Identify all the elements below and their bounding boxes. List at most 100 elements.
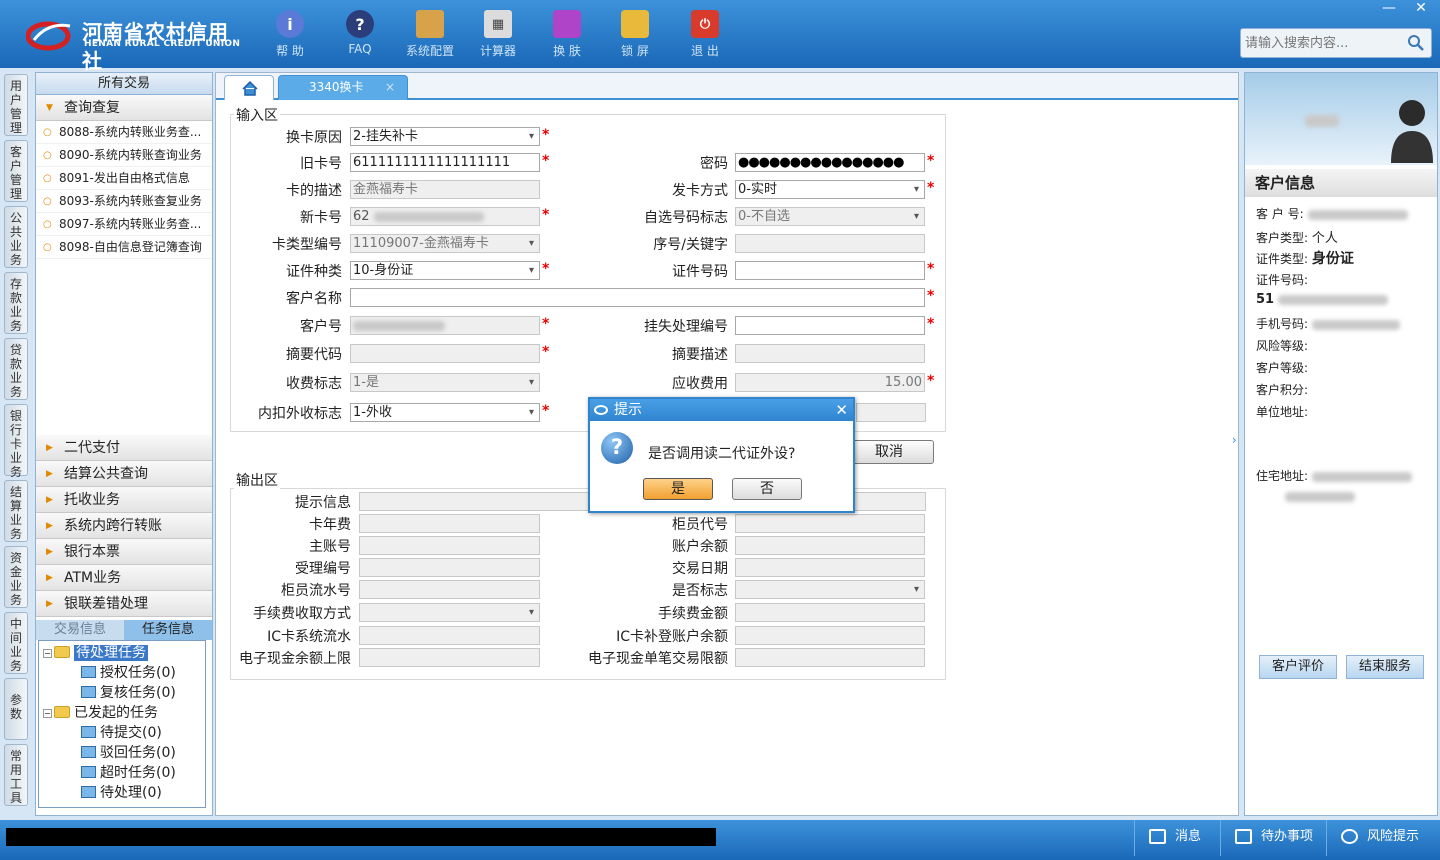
messages-button[interactable]: 消息 <box>1134 820 1230 856</box>
transaction-item[interactable]: 8093-系统内转账查复业务 <box>36 190 212 213</box>
vtab-fund-business[interactable]: 资金业务 <box>4 546 28 608</box>
redacted-customer-number <box>353 320 445 331</box>
section-query-reply[interactable]: ▼ 查询查复 <box>36 95 212 121</box>
reason-select[interactable]: 2-挂失补卡 <box>350 127 540 146</box>
tree-node-submit[interactable]: 待提交(0) <box>81 723 162 743</box>
todo-button[interactable]: 待办事项 <box>1220 820 1324 856</box>
all-transactions-title[interactable]: 所有交易 <box>36 73 212 95</box>
help-button[interactable]: i 帮 助 <box>260 10 320 59</box>
tab-transaction-info[interactable]: 交易信息 <box>36 620 124 640</box>
issue-mode-select[interactable]: 0-实时 <box>735 180 925 199</box>
input-section-title: 输入区 <box>234 105 280 125</box>
fee-inout-select[interactable]: 1-外收 <box>350 403 540 422</box>
dialog-close-icon[interactable]: ✕ <box>835 399 848 421</box>
risk-alert-button[interactable]: 风险提示 <box>1326 820 1436 856</box>
app-logo: 河南省农村信用社 HENAN RURAL CREDIT UNION <box>22 14 242 73</box>
section-unionpay-error[interactable]: ▶ 银联差错处理 <box>36 591 212 617</box>
tree-node-todo[interactable]: 待处理(0) <box>81 783 162 803</box>
tab-card-replacement[interactable]: 3340换卡 × <box>278 75 408 100</box>
password-input[interactable]: ●●●●●●●●●●●●●●●● <box>735 153 925 172</box>
expand-right-arrow-icon[interactable]: › <box>1232 433 1237 447</box>
vtab-settlement-business[interactable]: 结算业务 <box>4 480 28 542</box>
skin-button[interactable]: 换 肤 <box>537 10 597 59</box>
fee-amount-label: 手续费金额 <box>658 606 728 622</box>
customer-evaluation-button[interactable]: 客户评价 <box>1259 655 1337 679</box>
task-icon <box>81 666 96 678</box>
vtab-intermediate-business[interactable]: 中间业务 <box>4 612 28 674</box>
vtab-user-management[interactable]: 用户管理 <box>4 74 28 136</box>
calculator-button[interactable]: ▦ 计算器 <box>468 10 528 59</box>
cancel-button[interactable]: 取消 <box>844 440 934 464</box>
phone-row: 手机号码: <box>1256 315 1400 332</box>
faq-button[interactable]: ? FAQ <box>330 10 390 56</box>
vtab-deposit-business[interactable]: 存款业务 <box>4 272 28 334</box>
exit-button[interactable]: ⏻ 退 出 <box>675 10 735 59</box>
lock-screen-button[interactable]: 锁 屏 <box>605 10 665 59</box>
tab-task-info[interactable]: 任务信息 <box>124 620 212 640</box>
transaction-item[interactable]: 8091-发出自由格式信息 <box>36 167 212 190</box>
required-mark: * <box>927 261 935 277</box>
system-config-label: 系统配置 <box>405 44 454 58</box>
search-icon[interactable] <box>1407 34 1425 52</box>
vtab-customer-management[interactable]: 客户管理 <box>4 140 28 202</box>
collapse-toggle-icon[interactable]: − <box>43 709 52 718</box>
collapse-toggle-icon[interactable]: − <box>43 649 52 658</box>
section-label: 二代支付 <box>64 440 120 456</box>
tree-node-timeout[interactable]: 超时任务(0) <box>81 763 176 783</box>
summary-desc-label: 摘要描述 <box>672 347 728 363</box>
transaction-item[interactable]: 8090-系统内转账查询业务 <box>36 144 212 167</box>
system-config-button[interactable]: 系统配置 <box>400 10 460 59</box>
minimize-button[interactable]: — <box>1374 0 1404 18</box>
search-input[interactable] <box>1241 29 1401 57</box>
tab-label: 3340换卡 <box>309 80 364 94</box>
cust-type-label: 客户类型: <box>1256 231 1309 245</box>
vtab-public-business[interactable]: 公共业务 <box>4 206 28 268</box>
section-atm[interactable]: ▶ ATM业务 <box>36 565 212 591</box>
vtab-parameters[interactable]: 参数 <box>4 678 28 740</box>
section-label: 托收业务 <box>64 492 120 508</box>
lock-screen-label: 锁 屏 <box>621 44 649 58</box>
speech-bubble-icon <box>1341 829 1358 844</box>
loss-no-input[interactable] <box>735 316 925 335</box>
transaction-item[interactable]: 8097-系统内转账业务查... <box>36 213 212 236</box>
collapsed-arrow-icon: ▶ <box>46 573 53 583</box>
faq-label: FAQ <box>348 42 372 56</box>
section-collection[interactable]: ▶ 托收业务 <box>36 487 212 513</box>
vtab-common-tools[interactable]: 常用工具 <box>4 744 28 806</box>
vtab-bank-card-business[interactable]: 银行卡业务 <box>4 404 28 479</box>
tab-close-icon[interactable]: × <box>385 76 395 98</box>
calculator-icon: ▦ <box>484 10 512 38</box>
window-close-button[interactable]: ✕ <box>1406 0 1436 18</box>
section-inter-branch-transfer[interactable]: ▶ 系统内跨行转账 <box>36 513 212 539</box>
required-mark: * <box>927 288 935 304</box>
section-settlement-query[interactable]: ▶ 结算公共查询 <box>36 461 212 487</box>
dialog-yes-button[interactable]: 是 <box>643 478 713 500</box>
old-card-input[interactable]: 6111111111111111111 <box>350 153 540 172</box>
balance-label: 账户余额 <box>672 539 728 555</box>
cust-no-field <box>350 316 540 335</box>
tree-node-pending[interactable]: − 待处理任务 <box>43 643 148 663</box>
section-second-gen-payment[interactable]: ▶ 二代支付 <box>36 435 212 461</box>
dialog-no-button[interactable]: 否 <box>732 478 802 500</box>
cust-name-input[interactable] <box>350 288 925 307</box>
id-type-select[interactable]: 10-身份证 <box>350 261 540 280</box>
id-no-input[interactable] <box>735 261 925 280</box>
home-tab[interactable] <box>224 75 274 100</box>
vtab-loan-business[interactable]: 贷款业务 <box>4 338 28 400</box>
card-fee-field <box>359 514 540 533</box>
risk-alert-label: 风险提示 <box>1367 829 1420 844</box>
tree-node-review[interactable]: 复核任务(0) <box>81 683 176 703</box>
toolbox-icon <box>416 10 444 38</box>
tree-node-auth[interactable]: 授权任务(0) <box>81 663 176 683</box>
tree-node-rejected[interactable]: 驳回任务(0) <box>81 743 176 763</box>
customer-panel: 客户信息 客 户 号: 客户类型: 个人 证件类型: 身份证 证件号码: 51 … <box>1244 72 1438 816</box>
end-service-button[interactable]: 结束服务 <box>1346 655 1424 679</box>
section-bank-draft[interactable]: ▶ 银行本票 <box>36 539 212 565</box>
tree-node-started[interactable]: − 已发起的任务 <box>43 703 158 723</box>
transaction-item[interactable]: 8088-系统内转账业务查... <box>36 121 212 144</box>
required-mark: * <box>542 316 550 332</box>
task-icon <box>81 786 96 798</box>
transaction-item[interactable]: 8098-自由信息登记簿查询 <box>36 236 212 259</box>
id-type-label: 证件种类 <box>286 264 342 280</box>
fee-amount-field <box>735 603 925 622</box>
